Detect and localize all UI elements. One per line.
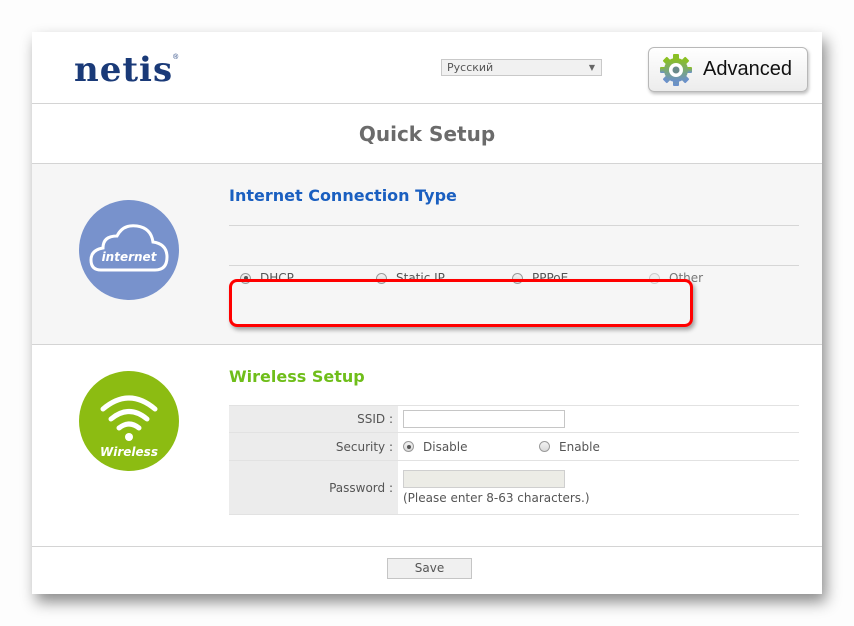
radio-icon bbox=[539, 441, 550, 452]
ssid-label: SSID : bbox=[229, 406, 398, 432]
ssid-input[interactable] bbox=[403, 410, 565, 428]
internet-cloud-icon: internet bbox=[79, 200, 179, 300]
divider bbox=[229, 265, 799, 266]
divider bbox=[229, 225, 799, 226]
radio-label: Enable bbox=[559, 439, 600, 454]
password-label: Password : bbox=[229, 461, 398, 514]
dropdown-arrow-icon: ▼ bbox=[588, 63, 595, 72]
header: netis® Русский ▼ Advanced bbox=[32, 32, 822, 104]
password-row: Password : (Please enter 8-63 characters… bbox=[229, 461, 799, 515]
radio-icon bbox=[403, 441, 414, 452]
language-select[interactable]: Русский ▼ bbox=[441, 59, 602, 76]
page-title: Quick Setup bbox=[32, 104, 822, 164]
save-button[interactable]: Save bbox=[387, 558, 472, 579]
radio-label: Disable bbox=[423, 439, 468, 454]
footer-divider bbox=[32, 546, 822, 547]
ssid-row: SSID : bbox=[229, 405, 799, 433]
netis-logo: netis® bbox=[74, 50, 179, 90]
registered-mark: ® bbox=[173, 54, 180, 61]
wireless-icon: Wireless bbox=[79, 371, 179, 471]
advanced-label: Advanced bbox=[703, 58, 792, 80]
wireless-form: SSID : Security : Disable Enable Passwor… bbox=[229, 405, 799, 515]
language-selected: Русский bbox=[447, 61, 494, 74]
internet-section: internet Internet Connection Type DHCP S… bbox=[32, 164, 822, 345]
radio-security-enable[interactable]: Enable bbox=[539, 440, 600, 454]
gear-icon bbox=[660, 53, 692, 86]
internet-connection-title: Internet Connection Type bbox=[229, 186, 457, 205]
advanced-button[interactable]: Advanced bbox=[648, 47, 808, 92]
router-window: netis® Русский ▼ Advanced Quick Setup in… bbox=[32, 32, 822, 594]
security-row: Security : Disable Enable bbox=[229, 433, 799, 461]
internet-icon-label: internet bbox=[102, 250, 158, 264]
logo-text: netis bbox=[74, 50, 174, 90]
password-input[interactable] bbox=[403, 470, 565, 488]
wireless-setup-title: Wireless Setup bbox=[229, 367, 365, 386]
radio-security-disable[interactable]: Disable bbox=[403, 440, 539, 454]
security-label: Security : bbox=[229, 433, 398, 460]
wireless-icon-label: Wireless bbox=[100, 445, 158, 459]
highlight-box bbox=[229, 279, 693, 327]
password-hint: (Please enter 8-63 characters.) bbox=[403, 491, 590, 505]
